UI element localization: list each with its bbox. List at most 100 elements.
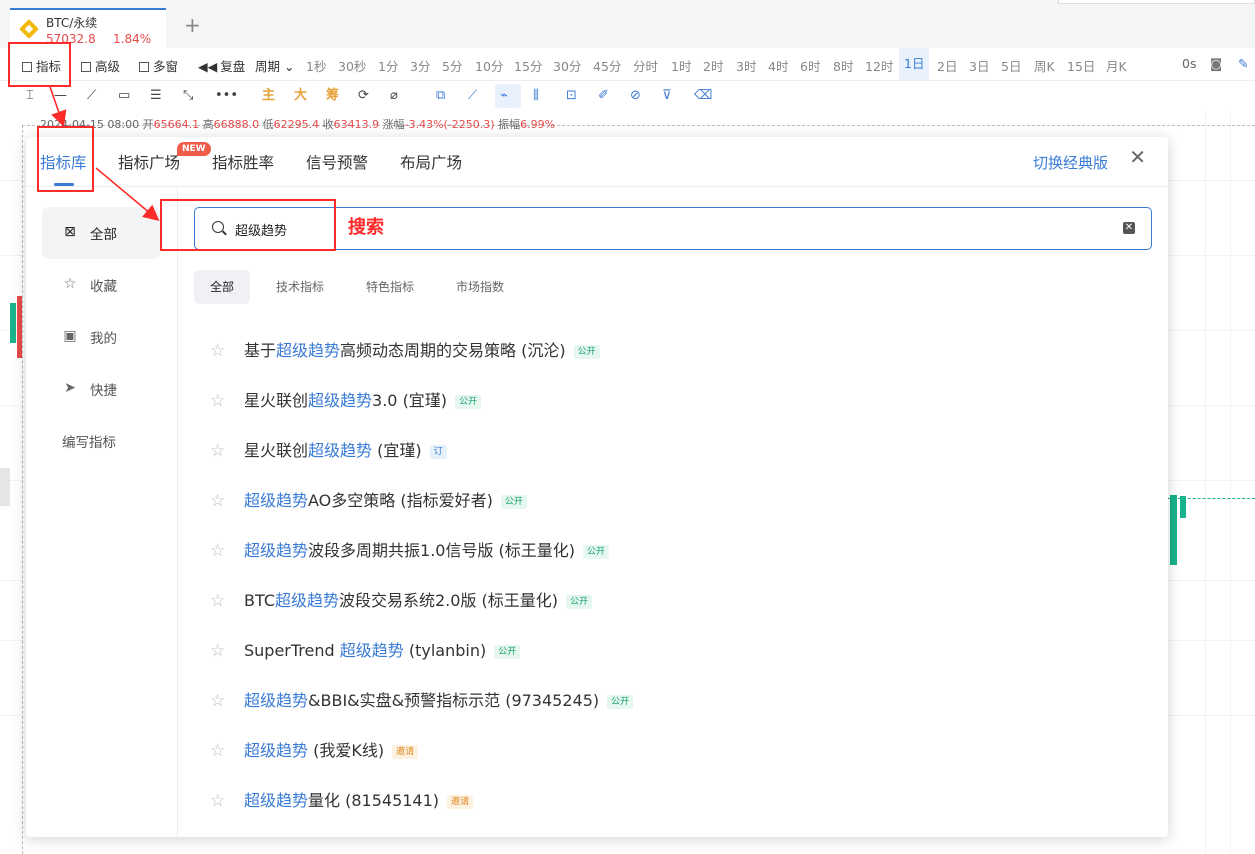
period-option[interactable]: 3时: [736, 56, 756, 75]
parallel-lines-tool-icon[interactable]: ☰: [150, 89, 162, 103]
result-title[interactable]: BTC超级趋势波段交易系统2.0版 (标王量化) 公开: [244, 591, 593, 611]
visibility-tag: 公开: [583, 545, 610, 559]
sidebar-item-all[interactable]: ⊠ 全部: [42, 207, 160, 259]
filter-market-index[interactable]: 市场指数: [440, 270, 520, 304]
search-highlight: 超级趋势: [339, 641, 404, 660]
note-tool-icon[interactable]: ✐: [598, 89, 609, 103]
sidebar-item-write-indicator[interactable]: 编写指标: [42, 415, 160, 467]
favorite-star-icon[interactable]: ☆: [210, 441, 225, 461]
collapse-handle[interactable]: [0, 468, 10, 506]
period-option[interactable]: 1时: [671, 56, 691, 75]
favorite-star-icon[interactable]: ☆: [210, 491, 225, 511]
period-option[interactable]: 1日: [899, 48, 930, 80]
tab-indicator-plaza[interactable]: 指标广场: [118, 151, 180, 173]
visibility-tag: 公开: [573, 345, 600, 359]
favorite-star-icon[interactable]: ☆: [210, 791, 225, 811]
period-option[interactable]: 15日: [1067, 56, 1095, 75]
result-title[interactable]: 基于超级趋势高频动态周期的交易策略 (沉沦) 公开: [244, 341, 600, 361]
tab-indicator-winrate[interactable]: 指标胜率: [212, 151, 274, 173]
period-option[interactable]: 1分: [378, 56, 398, 75]
measure-tool-icon[interactable]: ⤡: [183, 89, 193, 103]
sidebar-item-mine[interactable]: ▣ 我的: [42, 311, 160, 363]
result-title[interactable]: 超级趋势量化 (81545141) 邀请: [244, 791, 474, 811]
delete-tool-icon[interactable]: ⌫: [694, 89, 712, 103]
advanced-button[interactable]: 高级: [81, 56, 120, 75]
result-title[interactable]: 星火联创超级趋势3.0 (宜瑾) 公开: [244, 391, 482, 411]
app-root: BTC/永续 57032.8 1.84% + 指标 高级 多窗 ◀◀ 复盘 周期 …: [0, 0, 1255, 854]
period-option[interactable]: 10分: [475, 56, 503, 75]
switch-classic-link[interactable]: 切换经典版: [1033, 152, 1108, 173]
main-chart-button[interactable]: 主: [262, 89, 275, 103]
modal-tab-bar: 指标库 指标广场 NEW 指标胜率 信号预警 布局广场 切换经典版 ✕: [26, 137, 1168, 187]
period-option[interactable]: 6时: [800, 56, 820, 75]
multi-window-button[interactable]: 多窗: [139, 56, 178, 75]
period-option[interactable]: 3日: [969, 56, 989, 75]
result-title[interactable]: 星火联创超级趋势 (宜瑾) 订: [244, 441, 447, 461]
filter-tool-icon[interactable]: ⊽: [662, 89, 672, 103]
favorite-star-icon[interactable]: ☆: [210, 691, 225, 711]
favorite-star-icon[interactable]: ☆: [210, 641, 225, 661]
result-title[interactable]: 超级趋势波段多周期共振1.0信号版 (标王量化) 公开: [244, 541, 610, 561]
filter-technical[interactable]: 技术指标: [260, 270, 340, 304]
horizontal-line-tool-icon[interactable]: —: [54, 89, 67, 103]
camera-icon[interactable]: ◙: [1210, 56, 1222, 71]
erase-tool-icon[interactable]: ⌀: [390, 89, 398, 103]
period-option[interactable]: 月K: [1106, 56, 1127, 75]
grid-line: [1230, 110, 1231, 854]
lock-tool-icon[interactable]: ⊡: [566, 89, 577, 103]
period-option[interactable]: 5分: [442, 56, 462, 75]
tab-change: 1.84%: [113, 32, 152, 46]
top-search-box[interactable]: [1058, 0, 1255, 4]
modal-sidebar: ⊠ 全部 ☆ 收藏 ▣ 我的 ➤ 快捷 编写指标: [26, 187, 178, 837]
copy-tool-icon[interactable]: ⧉: [436, 89, 445, 103]
period-option[interactable]: 4时: [768, 56, 788, 75]
rectangle-tool-icon[interactable]: ▭: [118, 89, 130, 103]
magnet-tool-icon[interactable]: ⌁: [500, 89, 508, 103]
add-tab-icon[interactable]: +: [184, 15, 201, 35]
sidebar-item-shortcut[interactable]: ➤ 快捷: [42, 363, 160, 415]
indicator-search-box[interactable]: 超级趋势 ✕: [194, 207, 1152, 250]
big-chart-button[interactable]: 大: [294, 89, 307, 103]
period-option[interactable]: 2日: [937, 56, 957, 75]
period-option[interactable]: 1秒: [306, 56, 326, 75]
result-title[interactable]: 超级趋势AO多空策略 (指标爱好者) 公开: [244, 491, 527, 511]
favorite-star-icon[interactable]: ☆: [210, 591, 225, 611]
pen-icon[interactable]: ✎: [1238, 56, 1248, 71]
link-tool-icon[interactable]: ⊘: [630, 89, 641, 103]
filter-featured[interactable]: 特色指标: [350, 270, 430, 304]
chips-button[interactable]: 筹: [326, 89, 339, 103]
favorite-star-icon[interactable]: ☆: [210, 741, 225, 761]
favorite-star-icon[interactable]: ☆: [210, 391, 225, 411]
period-option[interactable]: 12时: [865, 56, 893, 75]
trend-line-tool-icon[interactable]: ⟋: [87, 89, 96, 103]
sync-tool-icon[interactable]: ⟳: [358, 89, 369, 103]
sidebar-item-favorites[interactable]: ☆ 收藏: [42, 259, 160, 311]
search-highlight: 超级趋势: [244, 691, 309, 710]
cursor-tool-icon[interactable]: ⌶: [26, 89, 34, 103]
tab-layout-plaza[interactable]: 布局广场: [400, 151, 462, 173]
close-icon[interactable]: ✕: [1129, 147, 1146, 167]
result-title[interactable]: 超级趋势&BBI&实盘&预警指标示范 (97345245) 公开: [244, 691, 634, 711]
period-option[interactable]: 30秒: [338, 56, 366, 75]
period-option[interactable]: 周K: [1034, 56, 1055, 75]
period-option[interactable]: 30分: [553, 56, 581, 75]
result-title[interactable]: 超级趋势 (我爱K线) 邀请: [244, 741, 419, 761]
period-dropdown[interactable]: 周期 ⌄: [255, 56, 294, 75]
clear-search-icon[interactable]: ✕: [1123, 222, 1135, 234]
period-option[interactable]: 2时: [703, 56, 723, 75]
replay-button[interactable]: ◀◀ 复盘: [198, 56, 245, 75]
favorite-star-icon[interactable]: ☆: [210, 541, 225, 561]
tab-signal-alert[interactable]: 信号预警: [306, 151, 368, 173]
ruler-tool-icon[interactable]: ⟋: [468, 89, 477, 103]
period-option[interactable]: 15分: [514, 56, 542, 75]
period-option[interactable]: 3分: [410, 56, 430, 75]
period-option[interactable]: 45分: [593, 56, 621, 75]
favorite-star-icon[interactable]: ☆: [210, 341, 225, 361]
period-option[interactable]: 8时: [833, 56, 853, 75]
result-title[interactable]: SuperTrend 超级趋势 (tylanbin) 公开: [244, 641, 521, 661]
more-tools-icon[interactable]: •••: [215, 89, 238, 103]
filter-all[interactable]: 全部: [194, 270, 251, 304]
candle-style-icon[interactable]: ⫼: [533, 89, 539, 103]
period-option[interactable]: 5日: [1001, 56, 1021, 75]
period-option[interactable]: 分时: [633, 56, 658, 75]
